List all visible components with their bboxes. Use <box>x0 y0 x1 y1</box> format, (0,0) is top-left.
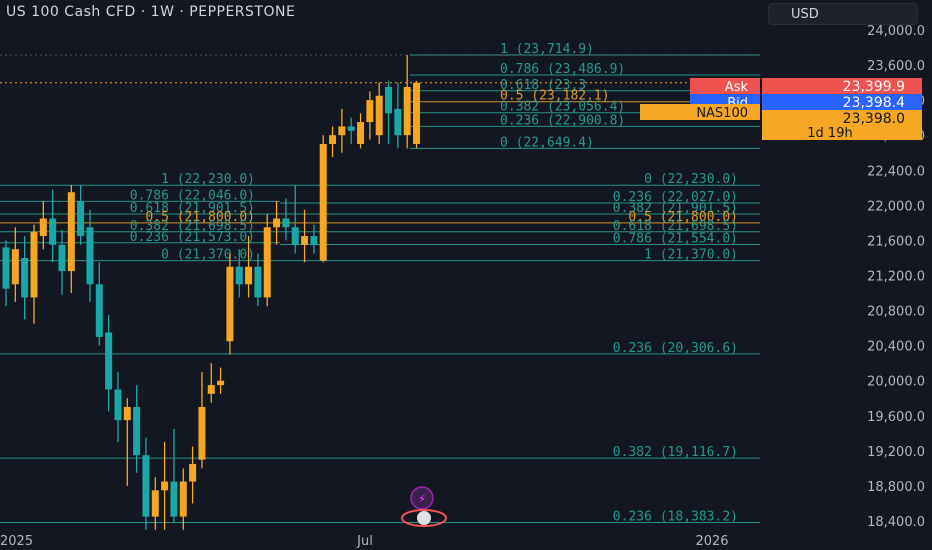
bar-countdown: 1d 19h <box>807 126 852 141</box>
y-tick-label: 21,200.0 <box>867 270 925 285</box>
candle-body <box>338 126 346 136</box>
candle-body <box>273 218 281 228</box>
candle-body <box>179 481 187 517</box>
candle-body <box>161 481 169 491</box>
candle-body <box>291 227 299 245</box>
fib-level-label: 1 (21,370.0) <box>644 248 738 263</box>
ask-price: 23,399.9 <box>843 79 905 95</box>
fib-level-label: 0.382 (19,116.7) <box>613 445 738 460</box>
flag-dot-icon <box>417 511 431 525</box>
fib-level-label: 0 (22,230.0) <box>644 172 738 187</box>
candle-body <box>357 122 365 144</box>
fib-level-label: 0.786 (23,486.9) <box>500 62 625 77</box>
candle-body <box>245 266 253 285</box>
candle-body <box>282 218 290 228</box>
candle-body <box>207 385 215 394</box>
candle-body <box>263 227 271 298</box>
candle-body <box>366 100 374 123</box>
x-tick-label: 2026 <box>695 534 728 549</box>
candle-body <box>2 247 10 289</box>
candle-body <box>235 266 243 285</box>
candle-body <box>11 249 19 285</box>
candle-body <box>105 332 113 390</box>
candle-body <box>198 407 206 460</box>
instrument-tag-label: NAS100 <box>696 106 748 121</box>
candle-body <box>254 266 262 298</box>
y-tick-label: 22,000.0 <box>867 199 925 214</box>
fib-level-label: 0.786 (21,554.0) <box>613 231 738 246</box>
y-tick-label: 21,600.0 <box>867 234 925 249</box>
y-tick-label: 19,600.0 <box>867 410 925 425</box>
candle-body <box>58 244 66 272</box>
candle-body <box>310 236 318 245</box>
instrument-price: 23,398.0 <box>843 111 905 127</box>
candle-body <box>375 95 383 136</box>
y-tick-label: 20,000.0 <box>867 375 925 390</box>
y-tick-label: 24,000.0 <box>867 24 925 39</box>
candle-body <box>413 82 421 144</box>
y-tick-label: 22,400.0 <box>867 164 925 179</box>
candle-body <box>114 389 122 421</box>
x-tick-label: 2025 <box>0 534 33 549</box>
candle-body <box>189 464 197 482</box>
fib-level-label: 0.236 (20,306.6) <box>613 341 738 356</box>
candle-body <box>133 407 141 456</box>
candle-body <box>170 481 178 517</box>
fib-level-label: 0.236 (21,573.0) <box>130 230 255 245</box>
bid-price: 23,398.4 <box>843 95 905 111</box>
candle-body <box>347 126 355 131</box>
candle-body <box>67 192 75 272</box>
fib-level-label: 1 (22,230.0) <box>161 172 255 187</box>
candle-body <box>49 218 57 245</box>
lightning-glyph: ⚡ <box>418 492 426 506</box>
candle-body <box>217 380 225 386</box>
ask-tag-label: Ask <box>725 80 749 95</box>
y-tick-label: 20,400.0 <box>867 340 925 355</box>
candle-body <box>77 200 85 237</box>
candle-body <box>95 284 103 337</box>
fib-level-label: 0.236 (18,383.2) <box>613 509 738 524</box>
candle-body <box>319 143 327 261</box>
candle-body <box>301 236 309 245</box>
y-tick-label: 18,400.0 <box>867 515 925 530</box>
fib-level-label: 0.236 (22,900.8) <box>500 113 625 128</box>
candle-body <box>394 108 402 136</box>
fib-level-label: 0 (21,370.0) <box>161 248 255 263</box>
y-tick-label: 23,600.0 <box>867 59 925 74</box>
candle-body <box>30 231 38 298</box>
candle-body <box>39 218 47 237</box>
candle-body <box>123 407 131 421</box>
y-tick-label: 19,200.0 <box>867 445 925 460</box>
currency-selector[interactable]: USD <box>768 3 918 25</box>
candle-body <box>329 135 337 144</box>
y-tick-label: 18,800.0 <box>867 480 925 495</box>
candle-body <box>86 227 94 285</box>
candle-body <box>142 455 150 517</box>
candle-body <box>403 86 411 136</box>
y-tick-label: 20,800.0 <box>867 305 925 320</box>
candle-body <box>151 490 159 517</box>
candle-body <box>385 86 393 114</box>
candlestick-chart[interactable]: 24,000.023,600.023,200.022,800.022,400.0… <box>0 0 932 550</box>
candle-body <box>226 266 234 342</box>
x-tick-label: Jul <box>356 534 373 549</box>
candle-body <box>21 257 29 298</box>
chart-title: US 100 Cash CFD · 1W · PEPPERSTONE <box>6 4 296 20</box>
fib-level-label: 0 (22,649.4) <box>500 135 594 150</box>
